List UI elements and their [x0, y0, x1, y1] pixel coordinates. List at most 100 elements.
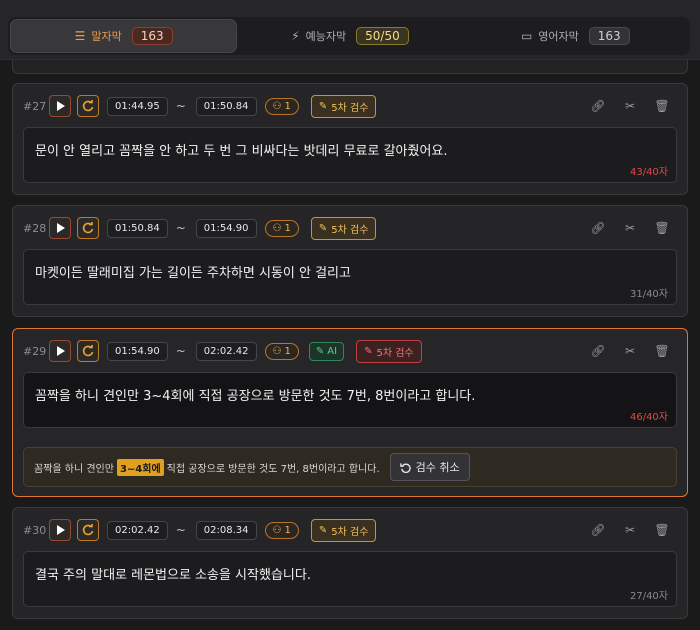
subtitle-text-editor[interactable]: 마켓이든 딸래미집 가는 길이든 주차하면 시동이 안 걸리고 31/40자 — [23, 249, 677, 305]
replay-button[interactable] — [77, 519, 99, 541]
trash-icon[interactable]: 🗑︎ — [653, 344, 671, 358]
tab-group: ☰ 말자막 163 ⚡ 예능자막 50/50 ▭ 영어자막 163 — [8, 17, 690, 55]
review-status-chip[interactable]: ✎ 5차 검수 — [356, 339, 422, 363]
time-separator: ~ — [175, 523, 186, 537]
trash-icon[interactable]: 🗑︎ — [653, 221, 671, 235]
start-time[interactable]: 02:02.42 — [107, 520, 168, 540]
play-button[interactable] — [49, 217, 71, 239]
speaker-chip[interactable]: ⚇ 1 — [264, 521, 299, 539]
start-time[interactable]: 01:44.95 — [107, 96, 168, 116]
speaker-chip[interactable]: ⚇ 1 — [264, 97, 299, 115]
scissors-icon[interactable]: ✂ — [621, 99, 639, 113]
end-time[interactable]: 01:50.84 — [195, 96, 257, 116]
subtitle-card: #27 01:44.95 ~ 01:50.84 ⚇ 1 ✎ 5차 검수 🔗︎ ✂ 🗑… — [12, 83, 688, 195]
undo-icon — [399, 462, 411, 473]
card-actions: 🔗︎ ✂ 🗑︎ — [589, 344, 677, 358]
start-time[interactable]: 01:50.84 — [107, 218, 168, 238]
time-separator: ~ — [175, 221, 186, 235]
review-label: 5차 검수 — [331, 526, 369, 538]
character-count: 27/40자 — [629, 591, 668, 602]
sequence-number: #27 — [23, 99, 47, 113]
magic-wand-icon: ✎ — [318, 100, 328, 112]
sequence-number: #30 — [23, 523, 47, 537]
speaker-chip[interactable]: ⚇ 1 — [264, 219, 299, 237]
subtitle-text[interactable]: 결국 주의 말대로 레몬법으로 소송을 시작했습니다. — [35, 564, 665, 583]
subtitle-text-editor[interactable]: 꼼짝을 하니 견인만 3~4회에 직접 공장으로 방문한 것도 7번, 8번이라… — [23, 372, 677, 428]
scissors-icon[interactable]: ✂ — [621, 523, 639, 537]
end-time[interactable]: 02:02.42 — [195, 341, 257, 361]
link-icon[interactable]: 🔗︎ — [589, 344, 607, 358]
caption-icon: ▭ — [520, 29, 533, 43]
replay-button[interactable] — [77, 95, 99, 117]
review-label: 5차 검수 — [331, 224, 369, 236]
review-status-chip[interactable]: ✎ 5차 검수 — [310, 216, 377, 240]
user-icon: ⚇ — [272, 345, 282, 357]
tab-label: 예능자막 — [305, 30, 347, 43]
sequence-number: #28 — [23, 221, 47, 235]
replay-button[interactable] — [77, 340, 99, 362]
user-icon: ⚇ — [272, 524, 282, 536]
scissors-icon[interactable]: ✂ — [621, 221, 639, 235]
review-status-chip[interactable]: ✎ 5차 검수 — [310, 518, 377, 542]
cancel-review-label: 검수 취소 — [415, 461, 460, 474]
time-separator: ~ — [175, 344, 186, 358]
magic-wand-icon: ✎ — [364, 345, 373, 357]
subtitle-text-editor[interactable]: 결국 주의 말대로 레몬법으로 소송을 시작했습니다. 27/40자 — [23, 551, 677, 607]
list-check-icon: ☰ — [74, 29, 86, 43]
sequence-number: #29 — [23, 344, 47, 358]
scrollbar[interactable] — [690, 60, 700, 630]
ai-label: AI — [327, 345, 338, 357]
end-time[interactable]: 02:08.34 — [195, 520, 257, 540]
link-icon[interactable]: 🔗︎ — [589, 99, 607, 113]
subtitle-card-active: #29 01:54.90 ~ 02:02.42 ⚇ 1 ✎ AI ✎ 5차 검수 🔗︎… — [12, 328, 688, 497]
subtitle-text[interactable]: 마켓이든 딸래미집 가는 길이든 주차하면 시동이 안 걸리고 — [35, 262, 665, 281]
play-button[interactable] — [49, 519, 71, 541]
card-header: #28 01:50.84 ~ 01:54.90 ⚇ 1 ✎ 5차 검수 🔗︎ ✂ 🗑… — [23, 216, 677, 240]
user-icon: ⚇ — [272, 222, 282, 234]
subtitle-text[interactable]: 꼼짝을 하니 견인만 3~4회에 직접 공장으로 방문한 것도 7번, 8번이라… — [35, 385, 665, 404]
tab-count-badge: 163 — [588, 27, 630, 45]
tab-count-badge: 50/50 — [356, 27, 409, 45]
cancel-review-button[interactable]: 검수 취소 — [389, 453, 470, 481]
tab-english-subtitles[interactable]: ▭ 영어자막 163 — [463, 19, 688, 53]
bolt-icon: ⚡ — [291, 29, 300, 43]
subtitle-text-editor[interactable]: 문이 안 열리고 꼼짝을 안 하고 두 번 그 비싸다는 밧데리 무료로 갈아줬… — [23, 127, 677, 183]
play-icon — [56, 525, 65, 535]
subtitle-text[interactable]: 문이 안 열리고 꼼짝을 안 하고 두 번 그 비싸다는 밧데리 무료로 갈아줬… — [35, 140, 665, 159]
tab-label: 영어자막 — [538, 30, 579, 43]
suggestion-text-before: 꼼짝을 하니 견인만 — [34, 463, 114, 475]
magic-wand-icon: ✎ — [318, 524, 328, 536]
refresh-icon — [82, 345, 94, 357]
link-icon[interactable]: 🔗︎ — [589, 221, 607, 235]
trash-icon[interactable]: 🗑︎ — [653, 99, 671, 113]
tab-speech-subtitles[interactable]: ☰ 말자막 163 — [10, 19, 238, 53]
speaker-number: 1 — [284, 222, 291, 234]
time-separator: ~ — [175, 99, 186, 113]
subtitle-tab-bar: ☰ 말자막 163 ⚡ 예능자막 50/50 ▭ 영어자막 163 — [0, 0, 700, 60]
speaker-number: 1 — [284, 345, 291, 357]
speaker-chip[interactable]: ⚇ 1 — [264, 342, 299, 360]
character-count: 43/40자 — [629, 167, 668, 178]
replay-button[interactable] — [77, 217, 99, 239]
tab-label: 말자막 — [91, 30, 122, 43]
start-time[interactable]: 01:54.90 — [107, 341, 168, 361]
trash-icon[interactable]: 🗑︎ — [653, 523, 671, 537]
card-header: #29 01:54.90 ~ 02:02.42 ⚇ 1 ✎ AI ✎ 5차 검수 🔗︎… — [23, 339, 677, 363]
review-label: 5차 검수 — [376, 347, 414, 359]
link-icon[interactable]: 🔗︎ — [589, 523, 607, 537]
speaker-number: 1 — [284, 100, 291, 112]
previous-card-edge — [12, 60, 688, 74]
card-header: #30 02:02.42 ~ 02:08.34 ⚇ 1 ✎ 5차 검수 🔗︎ ✂ 🗑… — [23, 518, 677, 542]
suggestion-text-after: 직접 공장으로 방문한 것도 7번, 8번이라고 합니다. — [166, 463, 380, 475]
refresh-icon — [82, 222, 94, 234]
refresh-icon — [82, 524, 94, 536]
tab-variety-subtitles[interactable]: ⚡ 예능자막 50/50 — [237, 19, 462, 53]
scissors-icon[interactable]: ✂ — [621, 344, 639, 358]
play-button[interactable] — [49, 95, 71, 117]
end-time[interactable]: 01:54.90 — [195, 218, 257, 238]
play-button[interactable] — [49, 340, 71, 362]
magic-wand-icon: ✎ — [315, 345, 325, 357]
play-icon — [56, 346, 65, 356]
review-status-chip[interactable]: ✎ 5차 검수 — [310, 94, 377, 118]
ai-chip[interactable]: ✎ AI — [308, 341, 345, 361]
